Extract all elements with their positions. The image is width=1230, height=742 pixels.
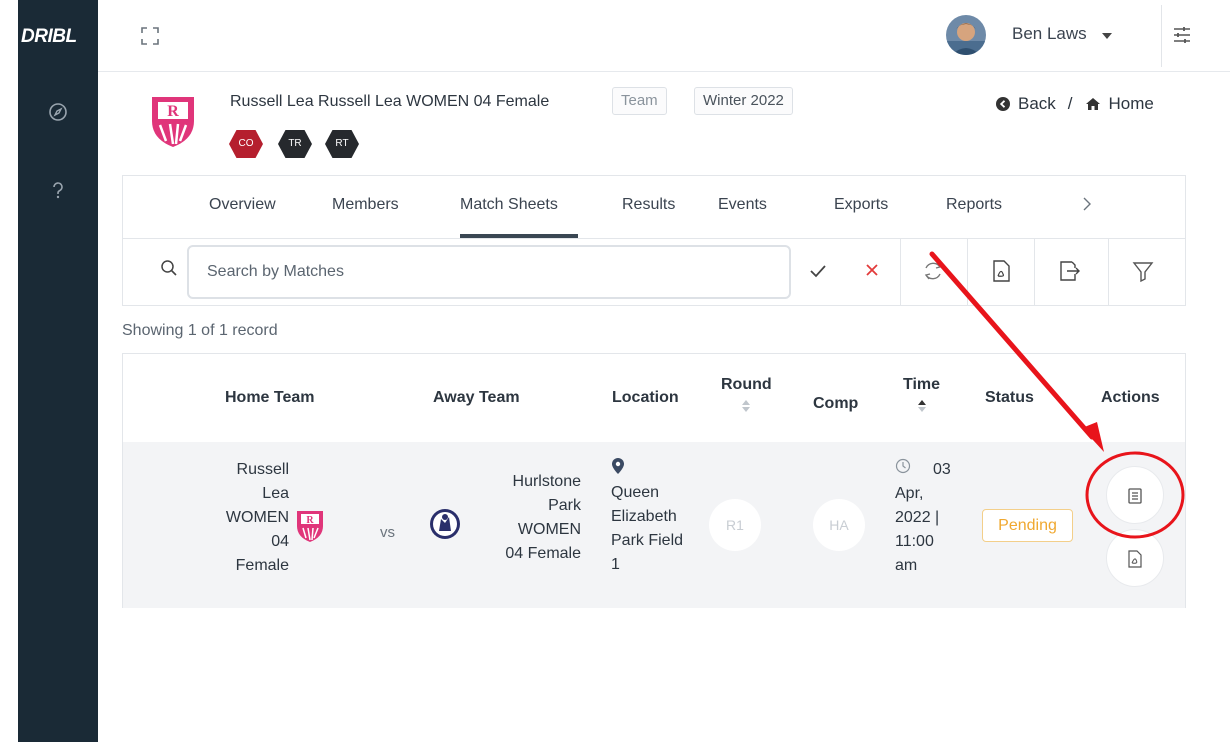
column-header-comp: Comp (813, 395, 859, 412)
record-count: Showing 1 of 1 record (122, 322, 278, 339)
tab-results[interactable]: Results (622, 196, 675, 214)
tab-exports[interactable]: Exports (834, 196, 888, 214)
column-header-time[interactable]: Time (903, 376, 940, 412)
column-header-round[interactable]: Round (721, 376, 772, 412)
team-title: Russell Lea Russell Lea WOMEN 04 Female (230, 93, 550, 110)
column-header-location: Location (612, 389, 679, 406)
column-header-status: Status (985, 389, 1034, 406)
avatar[interactable] (946, 15, 986, 55)
tab-members[interactable]: Members (332, 196, 399, 214)
svg-text:R: R (167, 103, 179, 120)
sort-icon[interactable] (917, 400, 926, 412)
home-team-name: Russell Lea WOMEN 04 Female (225, 461, 289, 574)
tag-rt: RT (325, 130, 359, 158)
comp-badge: HA (813, 499, 865, 551)
check-icon[interactable] (809, 263, 827, 279)
refresh-icon[interactable] (922, 259, 944, 283)
pdf-icon[interactable] (990, 259, 1012, 283)
location-pin-icon (612, 458, 624, 474)
column-header-actions: Actions (1101, 389, 1160, 406)
round-badge: R1 (709, 499, 761, 551)
column-header-round-label: Round (721, 376, 772, 393)
search-icon (161, 260, 177, 276)
tag-tr: TR (278, 130, 312, 158)
time-text: Apr, 2022 | 11:00 am (895, 485, 940, 574)
pdf-download-button[interactable] (1106, 529, 1164, 587)
sort-icon[interactable] (742, 400, 751, 412)
divider (1161, 5, 1162, 67)
away-team-logo (430, 509, 460, 539)
vs-label: vs (380, 524, 395, 541)
team-logo: R (152, 97, 194, 147)
chevron-right-icon[interactable] (1081, 195, 1093, 213)
match-sheet-button[interactable] (1106, 466, 1164, 524)
help-icon[interactable] (46, 178, 70, 202)
tabs-card: Overview Members Match Sheets Results Ev… (122, 175, 1186, 306)
svg-text:R: R (306, 515, 314, 526)
match-table: Home Team Away Team Location Round Comp … (122, 353, 1186, 608)
tag-co: CO (229, 130, 263, 158)
back-link[interactable]: Back (1018, 94, 1056, 114)
divider (1034, 239, 1035, 306)
filter-icon[interactable] (1132, 259, 1154, 283)
tab-events[interactable]: Events (718, 196, 767, 214)
breadcrumb: Back / Home (996, 94, 1154, 114)
home-link[interactable]: Home (1109, 94, 1154, 114)
column-header-home-team: Home Team (225, 389, 315, 406)
location-text: Queen Elizabeth Park Field 1 (611, 484, 684, 573)
team-type-chip: Team (612, 87, 667, 115)
column-header-away-team: Away Team (433, 389, 520, 406)
divider (1108, 239, 1109, 306)
expand-icon[interactable] (141, 27, 159, 45)
tab-match-sheets[interactable]: Match Sheets (460, 196, 558, 214)
sidebar: DRIBL (18, 0, 98, 742)
close-icon[interactable] (865, 263, 879, 277)
pdf-icon (1128, 550, 1142, 568)
chevron-down-icon[interactable] (1102, 33, 1112, 39)
tab-reports[interactable]: Reports (946, 196, 1002, 214)
tab-overview[interactable]: Overview (209, 196, 276, 214)
status-badge: Pending (982, 509, 1073, 542)
compass-icon[interactable] (46, 100, 70, 124)
active-tab-indicator (460, 234, 578, 238)
season-chip: Winter 2022 (694, 87, 793, 115)
away-team-name: Hurlstone Park WOMEN 04 Female (505, 473, 581, 562)
back-circle-icon[interactable] (996, 97, 1010, 111)
user-name[interactable]: Ben Laws (1012, 24, 1087, 44)
home-icon[interactable] (1085, 97, 1101, 111)
document-list-icon (1128, 488, 1142, 504)
home-team-logo: R (297, 511, 323, 542)
toolbar (123, 239, 1185, 306)
export-icon[interactable] (1058, 259, 1080, 283)
column-header-time-label: Time (903, 376, 941, 393)
clock-icon (895, 458, 911, 474)
tab-bar: Overview Members Match Sheets Results Ev… (123, 176, 1185, 239)
divider (967, 239, 968, 306)
app-logo[interactable]: DRIBL (18, 26, 98, 48)
breadcrumb-separator: / (1067, 94, 1073, 113)
top-bar: Ben Laws (98, 0, 1230, 72)
time-day: 03 (933, 461, 951, 478)
search-input[interactable] (187, 245, 791, 299)
divider (900, 239, 901, 306)
settings-sliders-icon[interactable] (1171, 24, 1193, 46)
